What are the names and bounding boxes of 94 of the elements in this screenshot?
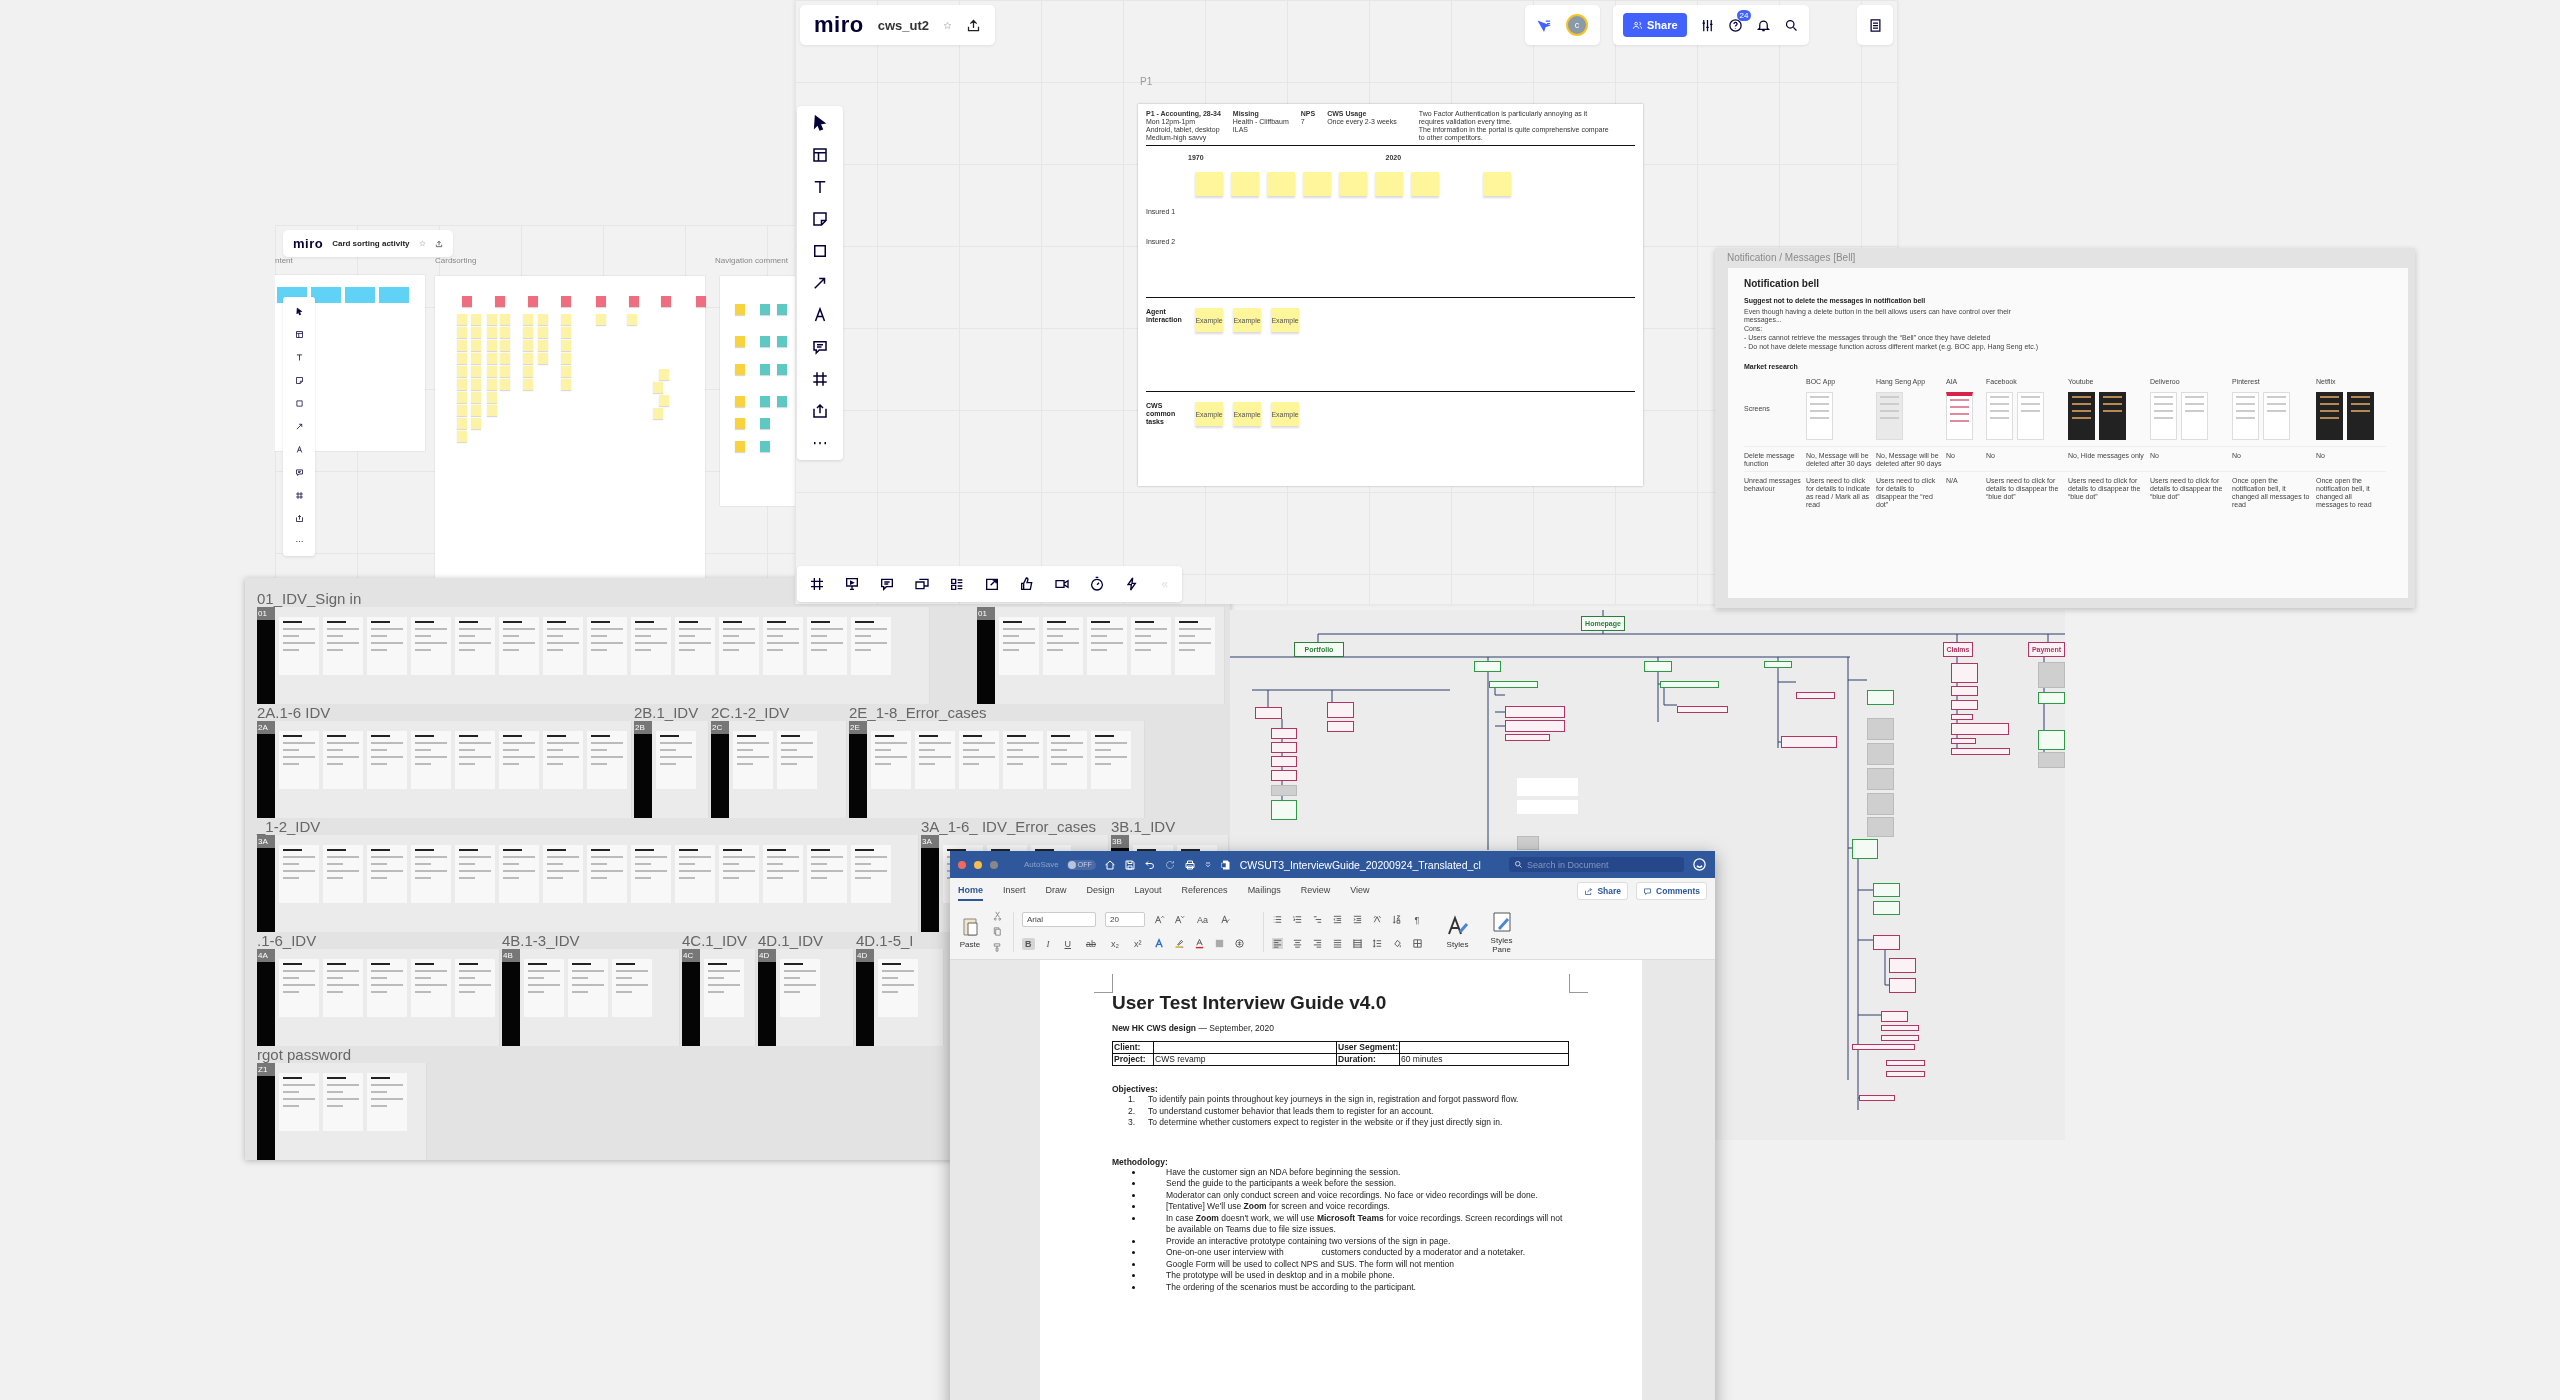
- section-tag: 01: [977, 607, 995, 620]
- flow-label: 4C.1_IDV: [682, 932, 749, 949]
- document-subtitle: New HK CWS design — September, 2020: [1112, 1023, 1276, 1033]
- section-tag: 2E: [849, 721, 867, 734]
- font-select[interactable]: Arial: [1022, 912, 1096, 927]
- document-title: CWSUT3_InterviewGuide_20200924_Translated_cl: [1239, 858, 1481, 871]
- format-button[interactable]: x₂: [1108, 937, 1122, 950]
- list-item: To identify pain points throughout key journeys in the sign in, registration and forgot password flow.: [1148, 1094, 1520, 1106]
- change-case-button[interactable]: Aa: [1194, 913, 1211, 926]
- list-number: 1.: [1128, 1094, 1137, 1106]
- section-heading: Objectives:: [1112, 1084, 1159, 1094]
- table-cell: CWS revamp: [1153, 1053, 1337, 1066]
- logo[interactable]: miro: [814, 12, 864, 38]
- flow-label: 4D.1-5_I: [856, 932, 915, 949]
- section-heading: Methodology:: [1112, 1156, 1169, 1167]
- section-tag: 3A: [921, 835, 939, 848]
- ribbon-tab[interactable]: Layout: [1134, 881, 1162, 901]
- comments-button[interactable]: Comments: [1636, 882, 1707, 900]
- flow-label: 3B.1_IDV: [1111, 818, 1177, 835]
- format-button[interactable]: B: [1022, 937, 1035, 950]
- logo[interactable]: miro: [293, 236, 324, 251]
- section-tag: 2B: [634, 721, 652, 734]
- flow-label: 01_IDV_Sign in: [257, 590, 363, 607]
- list-item: The prototype will be used in desktop and in a mobile phone.: [1166, 1270, 1396, 1282]
- flow-label: .1-6_IDV: [257, 932, 318, 949]
- list-item: Google Form will be used to collect NPS and SUS. The form will not mention: [1166, 1258, 1456, 1270]
- table-cell: Project:: [1112, 1053, 1154, 1066]
- flow-label: 2B.1_IDV: [634, 704, 700, 721]
- list-item: The ordering of the scenarios must be according to the participant.: [1166, 1281, 1417, 1293]
- section-tag: 2A: [257, 721, 275, 734]
- card-title: Notification bell: [1744, 278, 1820, 289]
- flow-label: 2A.1-6 IDV: [257, 704, 332, 721]
- ribbon-tab[interactable]: View: [1350, 881, 1370, 901]
- flow-label: rgot password: [257, 1046, 353, 1063]
- notification-badge: 24: [1736, 9, 1752, 21]
- format-button[interactable]: x²: [1131, 937, 1145, 950]
- list-number: 2.: [1128, 1105, 1137, 1117]
- flow-label: 2E_1-8_Error_cases: [849, 704, 988, 721]
- list-item: To understand customer behavior that leads them to register for an account.: [1148, 1105, 1435, 1117]
- board-title[interactable]: cws_ut2: [877, 17, 929, 33]
- section-tag: 4A: [257, 949, 275, 962]
- section-tag: Z1: [257, 1063, 275, 1076]
- frame-label: Navigation comment: [715, 256, 788, 265]
- frame-label: P1: [1140, 76, 1153, 87]
- ribbon-tab[interactable]: Draw: [1045, 881, 1067, 901]
- section-tag: 4B: [502, 949, 520, 962]
- document-heading: User Test Interview Guide v4.0: [1112, 992, 1388, 1014]
- flow-label: _1-2_IDV: [257, 818, 322, 835]
- section-tag: 3B: [1111, 835, 1129, 848]
- size-select[interactable]: 20: [1105, 912, 1145, 927]
- section-tag: 4C: [682, 949, 700, 962]
- flow-label: 4D.1_IDV: [758, 932, 825, 949]
- ribbon-tab[interactable]: Home: [958, 881, 983, 901]
- styles-button[interactable]: Styles: [1440, 914, 1475, 949]
- list-item: To determine whether customers expect to register in the website or if they just directly sign in.: [1148, 1117, 1504, 1129]
- share-button[interactable]: Share: [1577, 882, 1629, 900]
- styles-pane-button[interactable]: Styles Pane: [1484, 909, 1519, 954]
- list-item: One-on-one user interview with customers conducted by a moderator and a notetaker.: [1166, 1247, 1527, 1259]
- list-item: Send the guide to the participants a week before the session.: [1166, 1178, 1398, 1190]
- table-cell: User Segment:: [1336, 1041, 1400, 1054]
- format-button[interactable]: ab: [1083, 937, 1099, 950]
- frame-label: Cardsorting: [435, 256, 477, 265]
- search-field[interactable]: Search in Document: [1509, 857, 1684, 872]
- table-cell: 60 minutes: [1399, 1053, 1569, 1066]
- share-button[interactable]: Share: [1623, 13, 1687, 37]
- section-tag: 01: [257, 607, 275, 620]
- ribbon-tab[interactable]: Design: [1086, 881, 1115, 901]
- section-tag: 3A: [257, 835, 275, 848]
- list-item: Provide an interactive prototype containing two versions of the sign in page.: [1166, 1235, 1452, 1247]
- list-item: Have the customer sign an NDA before beginning the session.: [1166, 1166, 1402, 1178]
- list-item: Moderator can only conduct screen and voice recordings. No face or video recordings will be done.: [1166, 1189, 1539, 1201]
- section-tag: 2C: [711, 721, 729, 734]
- flow-label: 4B.1-3_IDV: [502, 932, 581, 949]
- frame-label: Notification / Messages [Bell]: [1727, 252, 1856, 263]
- autosave-label: AutoSave: [1024, 860, 1059, 869]
- flow-label: 3A_1-6_ IDV_Error_cases: [921, 818, 1098, 835]
- flow-label: 2C.1-2_IDV: [711, 704, 791, 721]
- paste-button[interactable]: Paste: [958, 914, 982, 949]
- format-button[interactable]: I: [1043, 937, 1053, 950]
- list-number: 3.: [1128, 1117, 1137, 1129]
- ribbon-tab[interactable]: Insert: [1003, 881, 1026, 901]
- list-item: In case Zoom doesn't work, we will use Microsoft Teams for voice recordings. Screen recordings will not be available on Teams due to file size issues.: [1166, 1212, 1564, 1236]
- show-formatting-button[interactable]: ¶: [1411, 913, 1423, 926]
- section-tag: 4D: [758, 949, 776, 962]
- section-tag: 4D: [856, 949, 874, 962]
- ribbon-tab[interactable]: References: [1181, 881, 1228, 901]
- frame-label: ntent: [275, 256, 293, 265]
- ribbon-tab[interactable]: Review: [1300, 881, 1331, 901]
- list-item: [Tentative] We'll use Zoom for screen and voice recordings.: [1166, 1201, 1391, 1213]
- format-button[interactable]: U: [1061, 937, 1074, 950]
- table-cell: Duration:: [1336, 1053, 1400, 1066]
- board-title[interactable]: Card sorting activity: [332, 239, 410, 248]
- table-cell: Client:: [1112, 1041, 1154, 1054]
- ribbon-tab[interactable]: Mailings: [1247, 881, 1281, 901]
